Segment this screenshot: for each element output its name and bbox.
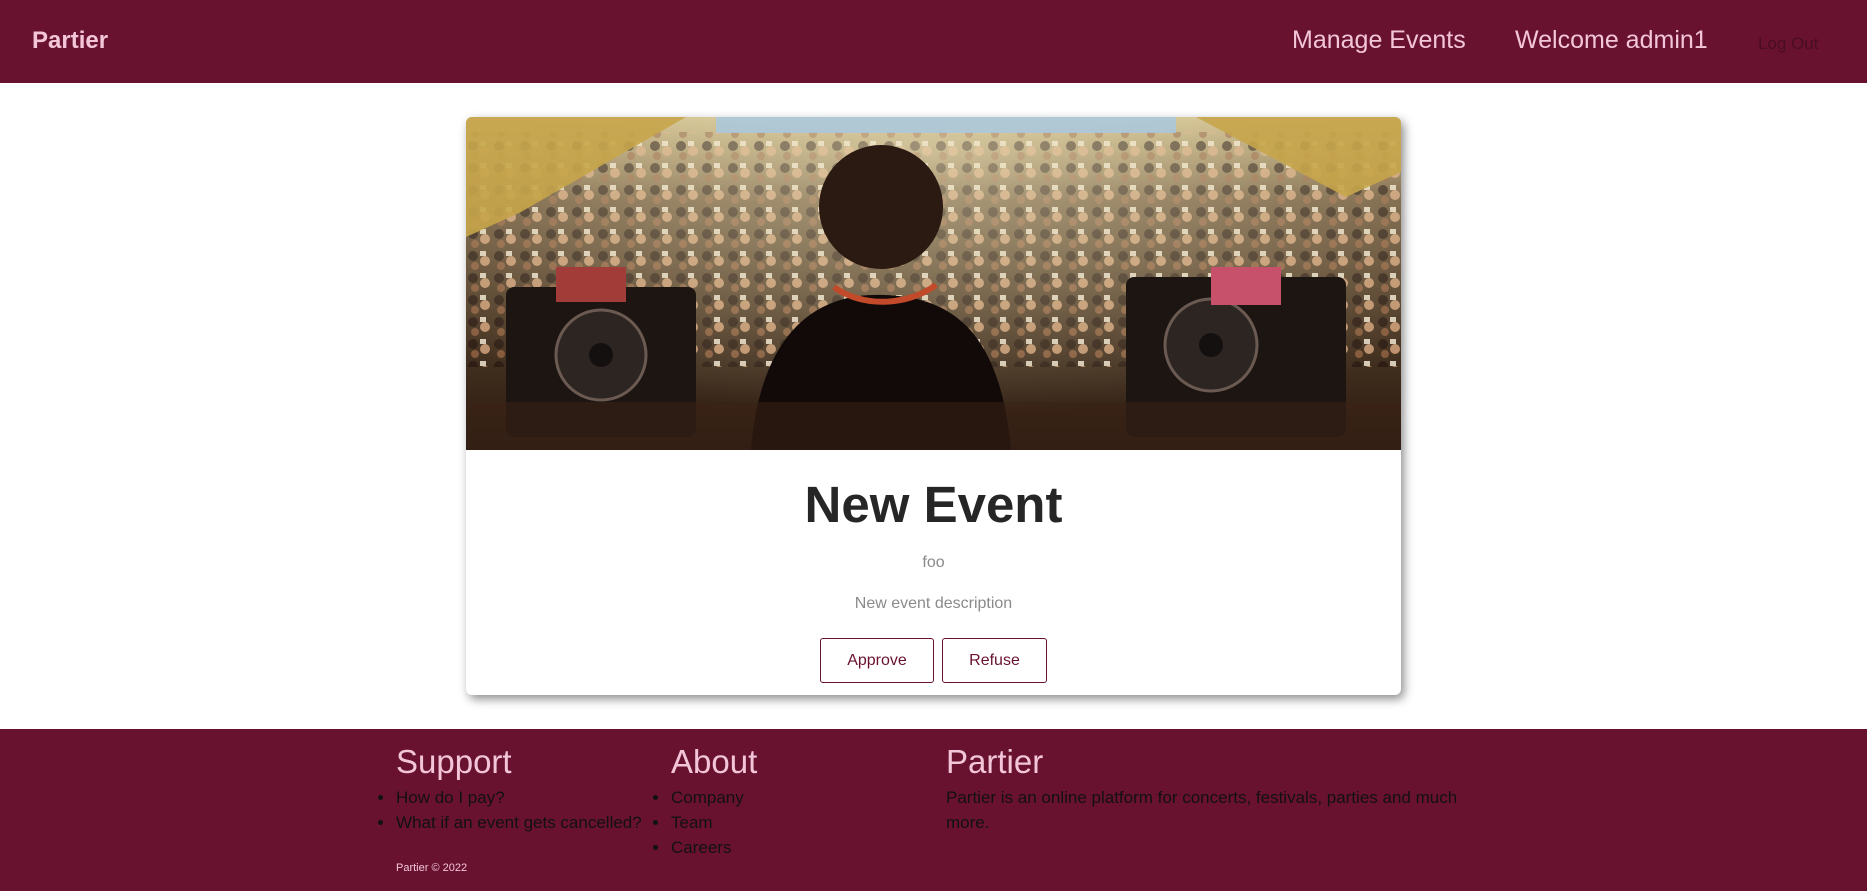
- footer-partier-text: Partier is an online platform for concer…: [946, 788, 1458, 833]
- event-title: New Event: [804, 476, 1063, 533]
- footer-partier-heading: Partier: [946, 743, 1044, 780]
- approve-button[interactable]: Approve: [820, 638, 934, 683]
- footer: Support How do I pay? What if an event g…: [0, 729, 1867, 891]
- footer-link-careers[interactable]: Careers: [653, 835, 931, 860]
- logout-link[interactable]: Log Out: [1758, 34, 1819, 54]
- event-description: New event description: [854, 595, 1013, 612]
- event-card: New Event foo New event description Appr…: [466, 117, 1401, 695]
- event-image: [466, 117, 1401, 450]
- footer-link-company[interactable]: Company: [653, 785, 931, 810]
- footer-support-section: Support How do I pay? What if an event g…: [378, 743, 656, 835]
- event-subtitle: foo: [922, 554, 945, 571]
- footer-support-heading: Support: [396, 743, 512, 780]
- footer-link-team[interactable]: Team: [653, 810, 931, 835]
- footer-about-list: Company Team Careers: [653, 785, 931, 860]
- copyright-text: Partier © 2022: [396, 862, 468, 874]
- footer-about-section: About Company Team Careers: [653, 743, 931, 860]
- footer-about-heading: About: [671, 743, 758, 780]
- navbar: Partier Manage Events Welcome admin1 Log…: [0, 0, 1867, 83]
- nav-manage-events[interactable]: Manage Events: [1292, 26, 1466, 55]
- footer-support-list: How do I pay? What if an event gets canc…: [378, 785, 656, 835]
- nav-welcome-user[interactable]: Welcome admin1: [1515, 26, 1708, 55]
- footer-partier-section: Partier Partier is an online platform fo…: [946, 743, 1466, 835]
- footer-link-how-to-pay[interactable]: How do I pay?: [378, 785, 656, 810]
- brand-logo[interactable]: Partier: [32, 27, 108, 55]
- refuse-button[interactable]: Refuse: [942, 638, 1047, 683]
- footer-link-event-cancelled[interactable]: What if an event gets cancelled?: [378, 810, 656, 835]
